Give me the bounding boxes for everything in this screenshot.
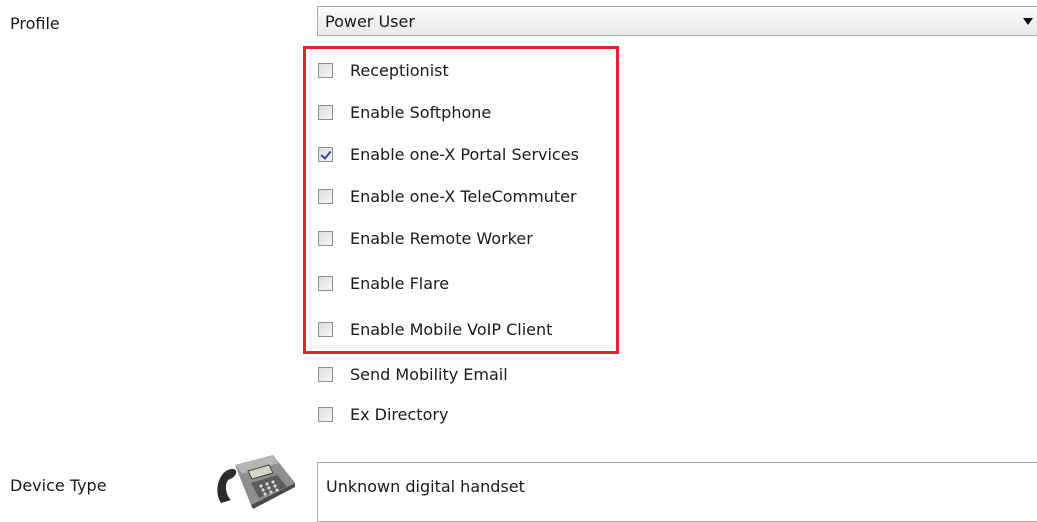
enable-softphone-option[interactable]: Enable Softphone — [318, 102, 491, 122]
enable-flare-checkbox[interactable] — [318, 275, 333, 291]
enable-mobile-voip-checkbox[interactable] — [318, 321, 333, 337]
device-type-label: Device Type — [10, 476, 107, 495]
send-mobility-email-checkbox[interactable] — [318, 366, 333, 382]
receptionist-checkbox[interactable] — [318, 62, 333, 78]
enable-remote-worker-label: Enable Remote Worker — [350, 228, 533, 248]
enable-one-x-telecommuter-label: Enable one-X TeleCommuter — [350, 186, 577, 206]
enable-one-x-portal-option[interactable]: Enable one-X Portal Services — [318, 144, 579, 164]
dropdown-arrow-icon[interactable] — [1023, 18, 1033, 25]
receptionist-option[interactable]: Receptionist — [318, 60, 449, 80]
enable-one-x-portal-label: Enable one-X Portal Services — [350, 144, 579, 164]
device-type-value: Unknown digital handset — [326, 477, 525, 496]
profile-label: Profile — [10, 14, 60, 33]
enable-one-x-telecommuter-option[interactable]: Enable one-X TeleCommuter — [318, 186, 577, 206]
ex-directory-label: Ex Directory — [350, 404, 449, 424]
desk-phone-icon — [217, 455, 295, 509]
ex-directory-option[interactable]: Ex Directory — [318, 404, 448, 424]
send-mobility-email-option[interactable]: Send Mobility Email — [318, 364, 508, 384]
enable-one-x-portal-checkbox[interactable] — [318, 146, 333, 162]
enable-flare-label: Enable Flare — [350, 273, 450, 293]
enable-softphone-checkbox[interactable] — [318, 104, 333, 120]
enable-remote-worker-checkbox[interactable] — [318, 230, 333, 246]
enable-flare-option[interactable]: Enable Flare — [318, 273, 449, 293]
ex-directory-checkbox[interactable] — [318, 406, 333, 422]
profile-dropdown[interactable]: Power User — [317, 6, 1037, 36]
receptionist-label: Receptionist — [350, 60, 449, 80]
enable-softphone-label: Enable Softphone — [350, 102, 492, 122]
send-mobility-email-label: Send Mobility Email — [350, 364, 508, 384]
device-type-field[interactable]: Unknown digital handset — [317, 462, 1037, 522]
enable-mobile-voip-option[interactable]: Enable Mobile VoIP Client — [318, 319, 552, 339]
enable-remote-worker-option[interactable]: Enable Remote Worker — [318, 228, 533, 248]
enable-mobile-voip-label: Enable Mobile VoIP Client — [350, 319, 553, 339]
profile-selected-value: Power User — [325, 12, 415, 31]
enable-one-x-telecommuter-checkbox[interactable] — [318, 188, 333, 204]
